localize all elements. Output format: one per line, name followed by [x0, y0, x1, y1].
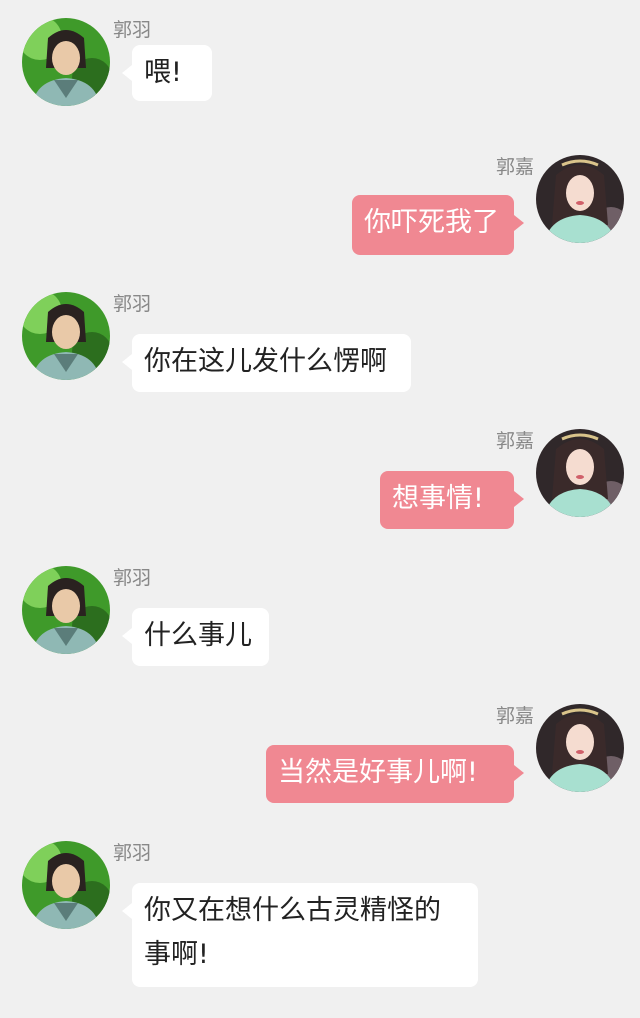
message-text: 你在这儿发什么愣啊: [144, 346, 387, 377]
female-avatar-icon[interactable]: [536, 429, 624, 517]
sender-name: 郭羽: [113, 567, 152, 589]
message-text: 当然是好事儿啊!: [278, 757, 478, 788]
sender-name: 郭羽: [113, 19, 152, 41]
male-avatar-icon[interactable]: [22, 841, 110, 929]
sender-name: 郭嘉: [495, 430, 534, 452]
message-bubble[interactable]: 什么事儿: [122, 608, 269, 666]
female-avatar-icon[interactable]: [536, 155, 624, 243]
female-avatar-icon[interactable]: [536, 704, 624, 792]
sender-name: 郭羽: [113, 842, 152, 864]
message-text: 你又在想什么古灵精怪的事啊!: [144, 895, 441, 970]
message-bubble[interactable]: 你吓死我了: [352, 195, 524, 255]
message-bubble[interactable]: 喂!: [122, 45, 212, 101]
chat-thread: 郭羽 喂! 郭嘉 你吓死我了 郭羽 你在这儿发什么愣啊 郭嘉 想事情! 郭羽 什…: [0, 0, 640, 1018]
message-text: 你吓死我了: [364, 207, 499, 238]
message-bubble[interactable]: 你又在想什么古灵精怪的事啊!: [122, 883, 478, 987]
message-bubble[interactable]: 当然是好事儿啊!: [266, 745, 524, 803]
message-text: 喂!: [144, 57, 182, 88]
male-avatar-icon[interactable]: [22, 18, 110, 106]
male-avatar-icon[interactable]: [22, 566, 110, 654]
male-avatar-icon[interactable]: [22, 292, 110, 380]
message-bubble[interactable]: 你在这儿发什么愣啊: [122, 334, 411, 392]
sender-name: 郭嘉: [495, 705, 534, 727]
message-bubble[interactable]: 想事情!: [380, 471, 524, 529]
sender-name: 郭嘉: [495, 156, 534, 178]
sender-name: 郭羽: [113, 293, 152, 315]
message-text: 什么事儿: [144, 620, 252, 651]
message-text: 想事情!: [392, 483, 484, 514]
